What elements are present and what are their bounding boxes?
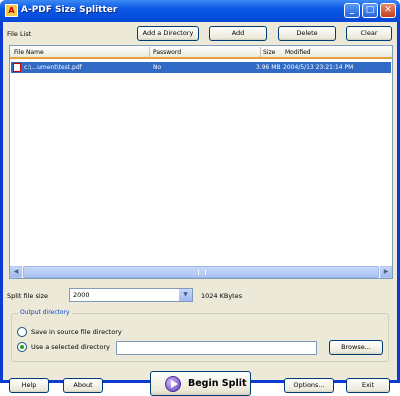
add-button[interactable]: Add <box>209 26 267 41</box>
radio-selected-directory-label[interactable]: Use a selected directory <box>31 343 110 351</box>
minimize-button[interactable]: _ <box>344 3 360 18</box>
browse-button[interactable]: Browse... <box>329 340 383 355</box>
clear-button[interactable]: Clear <box>346 26 392 41</box>
radio-source-directory[interactable] <box>17 327 27 337</box>
column-header-size[interactable]: Size <box>263 49 275 56</box>
about-button[interactable]: About <box>63 378 103 393</box>
file-list-label: File List <box>7 30 32 38</box>
play-icon <box>165 376 181 392</box>
options-button[interactable]: Options... <box>284 378 334 393</box>
app-logo-icon: A <box>5 4 18 17</box>
file-list[interactable]: File Name Password Size Modified c:\...u… <box>9 45 393 279</box>
title-bar[interactable]: A A-PDF Size Splitter _ □ ✕ <box>0 0 400 22</box>
add-directory-button[interactable]: Add a Directory <box>137 26 199 41</box>
column-header-file-name[interactable]: File Name <box>14 49 44 56</box>
cell-file-name: c:\...ument\test.pdf <box>24 64 82 71</box>
close-button[interactable]: ✕ <box>380 3 396 18</box>
pdf-file-icon <box>13 63 21 72</box>
help-button[interactable]: Help <box>9 378 49 393</box>
begin-split-label: Begin Split <box>188 378 247 389</box>
chevron-down-icon[interactable]: ▼ <box>179 289 192 301</box>
column-divider[interactable] <box>260 47 261 57</box>
main-panel: File List Add a Directory Add Delete Cle… <box>3 22 397 396</box>
split-size-select[interactable]: 2000 ▼ <box>69 288 193 302</box>
column-divider[interactable] <box>149 47 150 57</box>
exit-button[interactable]: Exit <box>346 378 390 393</box>
app-window: A A-PDF Size Splitter _ □ ✕ File List Ad… <box>0 0 400 396</box>
window-title: A-PDF Size Splitter <box>21 5 118 15</box>
split-unit-label: 1024 KBytes <box>201 292 243 300</box>
column-header-modified[interactable]: Modified <box>285 49 311 56</box>
table-row[interactable]: c:\...ument\test.pdf No 3.96 MB 2004/5/1… <box>11 62 391 73</box>
radio-selected-directory[interactable] <box>17 342 27 352</box>
scroll-right-icon[interactable]: ▶ <box>380 266 392 278</box>
output-directory-legend: Output directory <box>18 309 72 316</box>
output-path-input[interactable] <box>116 341 317 355</box>
maximize-button[interactable]: □ <box>362 3 378 18</box>
split-size-label: Split file size <box>7 292 49 300</box>
cell-modified: 2004/5/13 23:21:14 PM <box>283 64 354 71</box>
split-size-value: 2000 <box>73 291 90 299</box>
begin-split-button[interactable]: Begin Split <box>150 371 251 396</box>
cell-size: 3.96 MB <box>256 64 281 71</box>
horizontal-scrollbar[interactable]: ◀ ▶ <box>10 266 392 278</box>
delete-button[interactable]: Delete <box>278 26 336 41</box>
scroll-left-icon[interactable]: ◀ <box>10 266 22 278</box>
column-header-password[interactable]: Password <box>153 49 181 56</box>
grip-icon <box>198 270 206 275</box>
cell-password: No <box>153 64 162 71</box>
list-header: File Name Password Size Modified <box>10 46 392 59</box>
scrollbar-thumb[interactable] <box>23 266 379 278</box>
radio-source-directory-label[interactable]: Save in source file directory <box>31 328 122 336</box>
